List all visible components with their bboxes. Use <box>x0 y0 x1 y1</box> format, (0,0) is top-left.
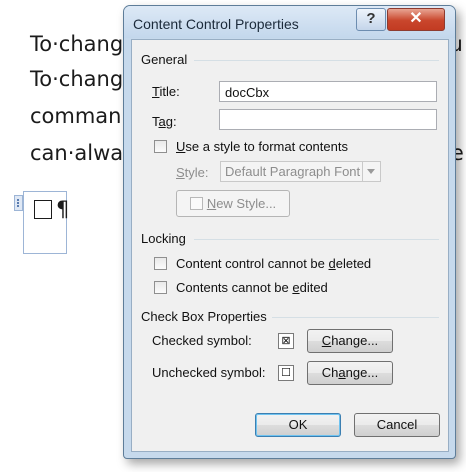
change-unchecked-button[interactable]: Change... <box>307 361 393 385</box>
tag-input[interactable] <box>219 109 437 130</box>
cannot-edit-checkbox[interactable] <box>154 281 167 294</box>
checkbox-properties-heading: Check Box Properties <box>141 309 267 324</box>
help-button[interactable]: ? <box>356 8 386 31</box>
checkbox-properties-divider <box>272 317 439 318</box>
locking-heading: Locking <box>141 231 186 246</box>
new-style-button[interactable]: New Style... <box>176 190 290 217</box>
doc-line-3: comman <box>30 104 122 128</box>
style-dropdown[interactable]: Default Paragraph Font <box>220 161 381 182</box>
tag-label: Tag: <box>152 114 177 129</box>
style-dropdown-value: Default Paragraph Font <box>225 164 361 179</box>
checked-symbol-preview: ⊠ <box>278 333 294 349</box>
unchecked-symbol-preview: ☐ <box>278 365 294 381</box>
style-label: Style: <box>176 165 209 180</box>
title-input[interactable]: docCbx <box>219 81 437 102</box>
close-button[interactable]: ✕ <box>387 8 445 31</box>
use-style-checkbox[interactable] <box>154 140 167 153</box>
general-heading: General <box>141 52 188 67</box>
doc-line-1: To·chang <box>30 32 124 56</box>
doc-line-4: can·alwa <box>30 141 124 165</box>
chevron-down-icon[interactable] <box>362 162 380 181</box>
cannot-delete-checkbox[interactable] <box>154 257 167 270</box>
cancel-button[interactable]: Cancel <box>354 413 440 437</box>
doc-line-2: To·chang <box>30 67 124 91</box>
dialog-title: Content Control Properties <box>133 16 299 32</box>
document-checkbox[interactable] <box>34 200 52 219</box>
new-style-icon <box>189 197 203 210</box>
cannot-edit-label: Contents cannot be edited <box>176 280 328 295</box>
cannot-delete-label: Content control cannot be deleted <box>176 256 372 271</box>
title-label: Title: <box>152 84 180 99</box>
change-checked-button[interactable]: Change... <box>307 329 393 353</box>
ok-button[interactable]: OK <box>255 413 341 437</box>
dialog-titlebar[interactable]: Content Control Properties ? ✕ <box>124 6 455 38</box>
use-style-label: Use a style to format contents <box>176 139 348 154</box>
content-control-handle[interactable] <box>14 195 23 211</box>
checked-symbol-label: Checked symbol: <box>152 333 252 348</box>
pilcrow-mark: ¶ <box>56 197 70 221</box>
unchecked-symbol-label: Unchecked symbol: <box>152 365 266 380</box>
locking-divider <box>194 239 439 240</box>
general-divider <box>194 60 439 61</box>
content-control-properties-dialog: Content Control Properties ? ✕ General T… <box>123 5 456 459</box>
dialog-client-area: General Title: docCbx Tag: Use a style t… <box>131 39 449 452</box>
